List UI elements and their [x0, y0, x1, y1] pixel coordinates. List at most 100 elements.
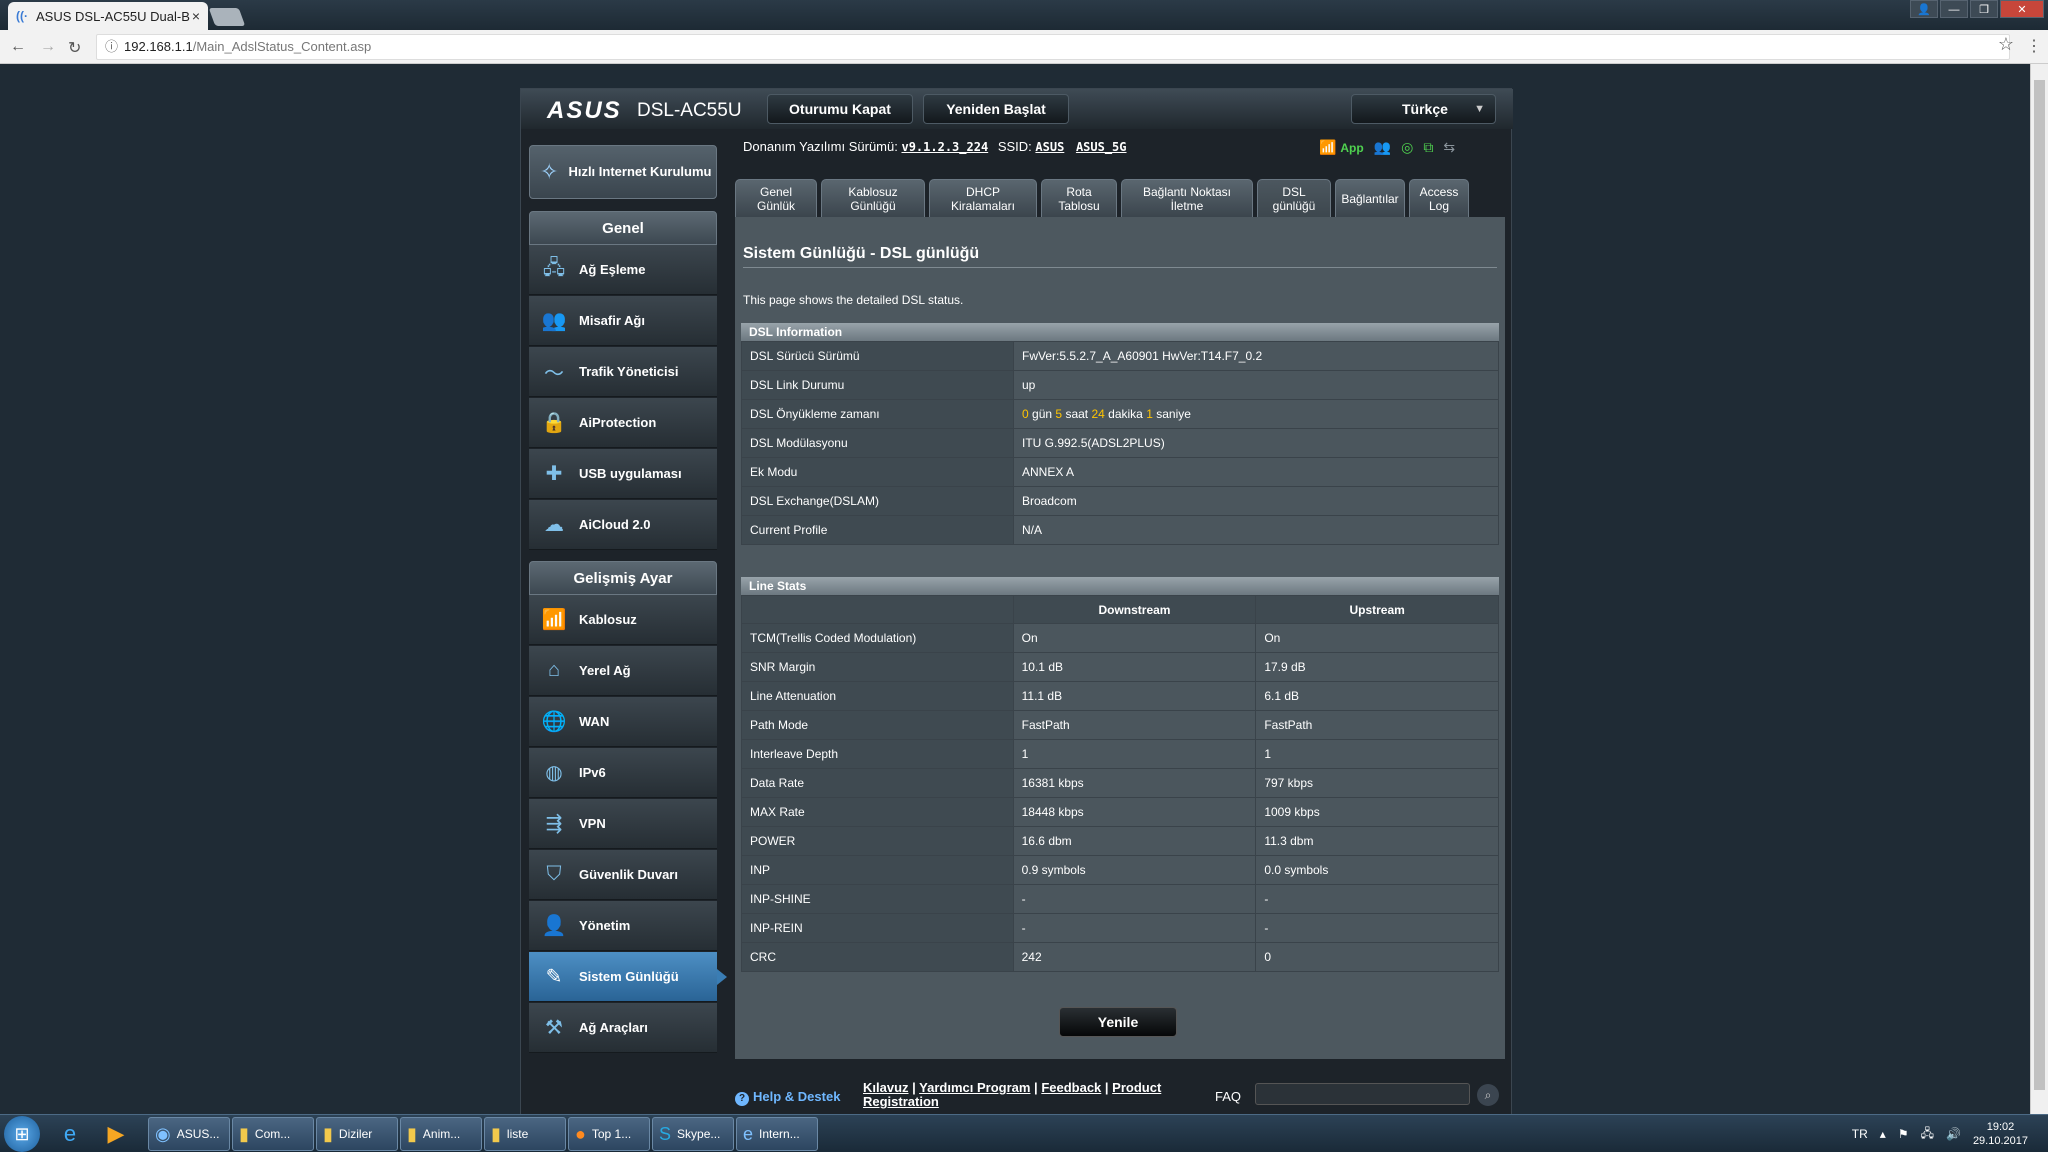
- tab-close-icon[interactable]: ×: [192, 8, 200, 24]
- sidebar-item-misafir-ağı[interactable]: 👥 Misafir Ağı: [529, 296, 717, 346]
- scrollbar-thumb[interactable]: [2034, 80, 2045, 1090]
- clock[interactable]: 19:02 29.10.2017: [1973, 1120, 2028, 1148]
- user-icon[interactable]: 👤: [1910, 0, 1938, 18]
- app-wifi-icon[interactable]: 📶 App: [1319, 139, 1364, 156]
- line-stat-upstream: 17.9 dB: [1255, 652, 1499, 682]
- taskbar-button-label: Diziler: [338, 1127, 373, 1141]
- tab-bağlantılar[interactable]: Bağlantılar: [1335, 179, 1405, 217]
- dsl-uptime-value: 0 gün 5 saat 24 dakika 1 saniye: [1013, 399, 1499, 429]
- media-player-icon[interactable]: ▶: [96, 1117, 136, 1151]
- tab-rota-tablosu[interactable]: Rota Tablosu: [1041, 179, 1117, 217]
- maximize-icon[interactable]: ❐: [1970, 0, 1998, 18]
- uptime-days: 0: [1022, 407, 1029, 421]
- info-icon[interactable]: ⓘ: [105, 39, 118, 54]
- logout-button[interactable]: Oturumu Kapat: [767, 94, 913, 124]
- firmware-info: Donanım Yazılımı Sürümü: v9.1.2.3_224 SS…: [743, 139, 1127, 154]
- flag-icon[interactable]: ⚑: [1898, 1127, 1909, 1141]
- quick-internet-setup-button[interactable]: ✧ Hızlı Internet Kurulumu: [529, 145, 717, 199]
- line-stat-upstream: 0.0 symbols: [1255, 855, 1499, 885]
- title-divider: [743, 267, 1497, 268]
- sidebar-item-wan[interactable]: 🌐 WAN: [529, 697, 717, 747]
- clients-icon[interactable]: 👥: [1374, 139, 1391, 156]
- bookmark-star-icon[interactable]: ☆: [1998, 34, 2014, 55]
- windows-taskbar: ⊞ e ▶ ◉ ASUS... ▮ Com... ▮ Diziler ▮ Anim... ▮ li…: [0, 1114, 2048, 1152]
- taskbar-button-anim[interactable]: ▮ Anim...: [400, 1117, 482, 1151]
- volume-icon[interactable]: 🔊: [1946, 1127, 1961, 1141]
- page-scrollbar[interactable]: [2030, 64, 2048, 1114]
- taskbar-button-intern[interactable]: e Intern...: [736, 1117, 818, 1151]
- forward-icon[interactable]: →: [40, 38, 56, 56]
- language-select[interactable]: Türkçe ▼: [1351, 94, 1496, 124]
- dsl-info-header: DSL Information: [741, 323, 1499, 341]
- tab-bağlantı-noktası-i-letme[interactable]: Bağlantı Noktası İletme: [1121, 179, 1253, 217]
- tab-dhcp-kiralamaları[interactable]: DHCP Kiralamaları: [929, 179, 1037, 217]
- network-icon[interactable]: 🖧: [1921, 1124, 1934, 1145]
- ethernet-status-icon[interactable]: ⧉: [1423, 139, 1433, 156]
- sidebar-item-güvenlik-duvarı[interactable]: ⛉ Güvenlik Duvarı: [529, 850, 717, 900]
- back-icon[interactable]: ←: [10, 38, 26, 56]
- tab-dsl-günlüğü[interactable]: DSL günlüğü: [1257, 179, 1331, 217]
- sidebar-item-vpn[interactable]: ⇶ VPN: [529, 799, 717, 849]
- taskbar-button-asus[interactable]: ◉ ASUS...: [148, 1117, 230, 1151]
- browser-titlebar: ((· ASUS DSL-AC55U Dual-B × 👤 — ❐ ✕: [0, 0, 2048, 30]
- sidebar-item-ağ-eşleme[interactable]: 🖧 Ağ Eşleme: [529, 245, 717, 295]
- utility-link[interactable]: Yardımcı Program: [919, 1080, 1030, 1095]
- home-icon: ⌂: [547, 659, 561, 681]
- sidebar-item-ağ-araçları[interactable]: ⚒ Ağ Araçları: [529, 1003, 717, 1053]
- uptime-seconds-unit: saniye: [1156, 407, 1191, 421]
- traffic-manager-icon: 〜: [544, 363, 564, 385]
- taskbar-button-label: Anim...: [422, 1127, 461, 1141]
- browser-tab[interactable]: ((· ASUS DSL-AC55U Dual-B ×: [8, 2, 208, 30]
- ssid-label: SSID:: [997, 139, 1032, 154]
- sidebar-item-trafik-yöneticisi[interactable]: 〜 Trafik Yöneticisi: [529, 347, 717, 397]
- manual-link[interactable]: Kılavuz: [863, 1080, 909, 1095]
- tab-kablosuz-günlüğü[interactable]: Kablosuz Günlüğü: [821, 179, 925, 217]
- taskbar-button-skype[interactable]: S Skype...: [652, 1117, 734, 1151]
- url-input[interactable]: ⓘ 192.168.1.1/Main_AdslStatus_Content.asp: [96, 34, 2010, 60]
- sidebar-item-aiprotection[interactable]: 🔒 AiProtection: [529, 398, 717, 448]
- sidebar-item-yerel-ağ[interactable]: ⌂ Yerel Ağ: [529, 646, 717, 696]
- line-stat-downstream: 11.1 dB: [1012, 681, 1257, 711]
- sidebar-item-sistem-günlüğü[interactable]: ✎ Sistem Günlüğü: [529, 952, 727, 1002]
- tray-expand-icon[interactable]: ▴: [1880, 1127, 1886, 1141]
- usb-status-icon[interactable]: ⇆: [1443, 139, 1455, 156]
- puzzle-icon: ✚: [545, 463, 563, 485]
- tab-access-log[interactable]: Access Log: [1409, 179, 1469, 217]
- sidebar-item-kablosuz[interactable]: 📶 Kablosuz: [529, 595, 717, 645]
- reboot-button[interactable]: Yeniden Başlat: [923, 94, 1069, 124]
- internet-status-icon[interactable]: ◎: [1401, 139, 1413, 156]
- minimize-icon[interactable]: —: [1940, 0, 1968, 18]
- tab-genel-günlük[interactable]: Genel Günlük: [735, 179, 817, 217]
- ssid-link-5g[interactable]: ASUS_5G: [1076, 140, 1127, 154]
- sidebar-item-aicloud-2-0[interactable]: ☁ AiCloud 2.0: [529, 500, 717, 550]
- table-row: DSL Önyükleme zamanı 0 gün 5 saat 24 daki…: [741, 399, 1499, 429]
- new-tab-button[interactable]: [208, 8, 246, 26]
- folder-icon: ▮: [239, 1123, 249, 1144]
- table-row: POWER 16.6 dbm 11.3 dbm: [741, 826, 1499, 856]
- start-button[interactable]: ⊞: [4, 1116, 40, 1152]
- reload-icon[interactable]: ↻: [68, 38, 81, 58]
- taskbar-button-diziler[interactable]: ▮ Diziler: [316, 1117, 398, 1151]
- menu-icon[interactable]: ⋮: [2026, 36, 2042, 56]
- window-controls: 👤 — ❐ ✕: [1908, 0, 2044, 18]
- taskbar-button-liste[interactable]: ▮ liste: [484, 1117, 566, 1151]
- language-indicator[interactable]: TR: [1852, 1127, 1868, 1141]
- search-icon[interactable]: ⌕: [1477, 1084, 1499, 1106]
- refresh-button[interactable]: Yenile: [1059, 1007, 1177, 1037]
- line-stats-header: Line Stats: [741, 577, 1499, 595]
- sidebar-item-usb-uygulaması[interactable]: ✚ USB uygulaması: [529, 449, 717, 499]
- faq-search-input[interactable]: [1255, 1083, 1470, 1105]
- ie-pinned-icon[interactable]: e: [50, 1117, 90, 1151]
- firmware-version-link[interactable]: v9.1.2.3_224: [901, 140, 988, 154]
- sidebar-item-ipv6[interactable]: ◍ IPv6: [529, 748, 717, 798]
- sidebar-item-yönetim[interactable]: 👤 Yönetim: [529, 901, 717, 951]
- ssid-link-24[interactable]: ASUS: [1035, 140, 1064, 154]
- taskbar-button-top-1[interactable]: ● Top 1...: [568, 1117, 650, 1151]
- dsl-info-key: Current Profile: [741, 515, 1014, 545]
- close-window-icon[interactable]: ✕: [2000, 0, 2044, 18]
- table-row: MAX Rate 18448 kbps 1009 kbps: [741, 797, 1499, 827]
- feedback-link[interactable]: Feedback: [1041, 1080, 1101, 1095]
- taskbar-button-com[interactable]: ▮ Com...: [232, 1117, 314, 1151]
- footer: ? Help & Destek Kılavuz | Yardımcı Progra…: [735, 1081, 1505, 1117]
- line-stats-table: Downstream Upstream TCM(Trellis Coded Modu…: [741, 595, 1499, 972]
